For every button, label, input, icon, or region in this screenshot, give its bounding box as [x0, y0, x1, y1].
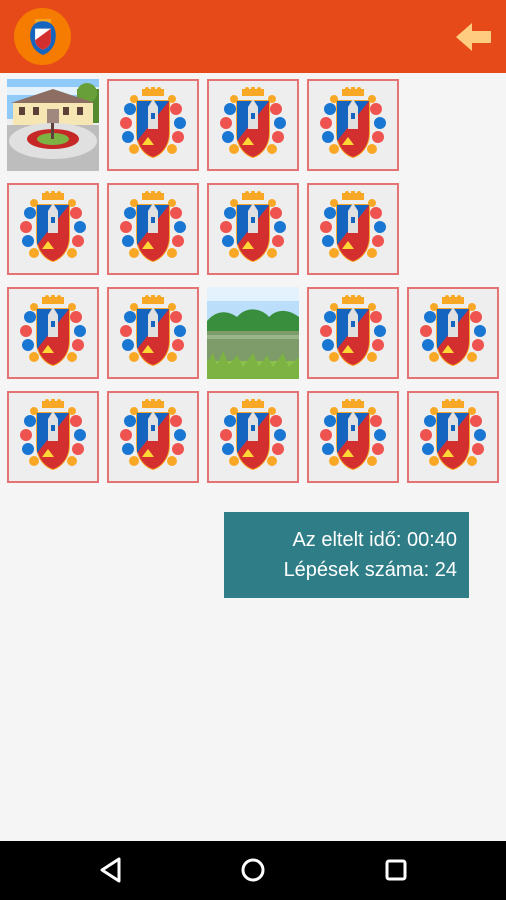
- coat-of-arms-icon: [320, 87, 386, 159]
- coat-of-arms-icon: [20, 295, 86, 367]
- circle-home-icon[interactable]: [235, 852, 271, 888]
- memory-card-facedown[interactable]: [307, 287, 399, 379]
- memory-card-facedown[interactable]: [307, 183, 399, 275]
- memory-card-facedown[interactable]: [307, 391, 399, 483]
- memory-card-facedown[interactable]: [207, 391, 299, 483]
- coat-of-arms-icon: [120, 191, 186, 263]
- coat-of-arms-icon: [320, 191, 386, 263]
- coat-of-arms-icon: [220, 191, 286, 263]
- elapsed-time-label: Az eltelt idő: 00:40: [292, 529, 457, 551]
- memory-card-photo-lake[interactable]: [207, 287, 299, 379]
- memory-card-facedown[interactable]: [7, 391, 99, 483]
- coat-of-arms-icon: [20, 399, 86, 471]
- triangle-back-icon[interactable]: [93, 852, 129, 888]
- coat-of-arms-icon: [320, 399, 386, 471]
- memory-card-facedown[interactable]: [7, 183, 99, 275]
- memory-card-facedown[interactable]: [307, 79, 399, 171]
- coat-of-arms-icon: [320, 295, 386, 367]
- coat-of-arms-icon[interactable]: [14, 8, 71, 65]
- app-toolbar: [0, 0, 506, 73]
- coat-of-arms-icon: [20, 191, 86, 263]
- memory-card-facedown[interactable]: [207, 183, 299, 275]
- memory-card-facedown[interactable]: [407, 391, 499, 483]
- app-logo-crest: [29, 18, 56, 55]
- photo-building-image: [7, 79, 99, 171]
- memory-card-facedown[interactable]: [107, 391, 199, 483]
- coat-of-arms-icon: [420, 399, 486, 471]
- memory-card-facedown[interactable]: [407, 287, 499, 379]
- memory-card-facedown[interactable]: [207, 79, 299, 171]
- coat-of-arms-icon: [120, 295, 186, 367]
- memory-card-facedown[interactable]: [107, 79, 199, 171]
- back-arrow-icon[interactable]: [454, 18, 494, 56]
- memory-card-facedown[interactable]: [107, 183, 199, 275]
- photo-lake-image: [207, 287, 299, 379]
- coat-of-arms-icon: [220, 399, 286, 471]
- memory-card-facedown[interactable]: [107, 287, 199, 379]
- coat-of-arms-icon: [120, 87, 186, 159]
- square-recents-icon[interactable]: [378, 852, 414, 888]
- memory-card-photo-building[interactable]: [7, 79, 99, 171]
- coat-of-arms-icon: [420, 295, 486, 367]
- system-navigation-bar: [0, 841, 506, 900]
- coat-of-arms-icon: [120, 399, 186, 471]
- moves-count-label: Lépések száma: 24: [283, 559, 457, 581]
- memory-card-facedown[interactable]: [7, 287, 99, 379]
- game-stats-panel: Az eltelt idő: 00:40 Lépések száma: 24: [224, 512, 469, 598]
- coat-of-arms-icon: [220, 87, 286, 159]
